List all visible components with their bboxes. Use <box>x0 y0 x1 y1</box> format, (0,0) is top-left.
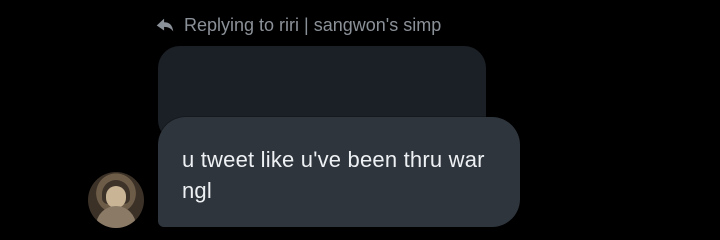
reply-arrow-icon <box>154 14 176 36</box>
message-bubble[interactable]: u tweet like u've been thru war ngl <box>158 117 520 227</box>
avatar-face <box>106 186 126 208</box>
reply-context: Replying to riri | sangwon's simp <box>154 10 441 40</box>
avatar[interactable] <box>88 172 144 228</box>
avatar-body <box>96 206 136 228</box>
reply-context-text: Replying to riri | sangwon's simp <box>184 14 442 35</box>
message-text: u tweet like u've been thru war ngl <box>182 147 485 203</box>
